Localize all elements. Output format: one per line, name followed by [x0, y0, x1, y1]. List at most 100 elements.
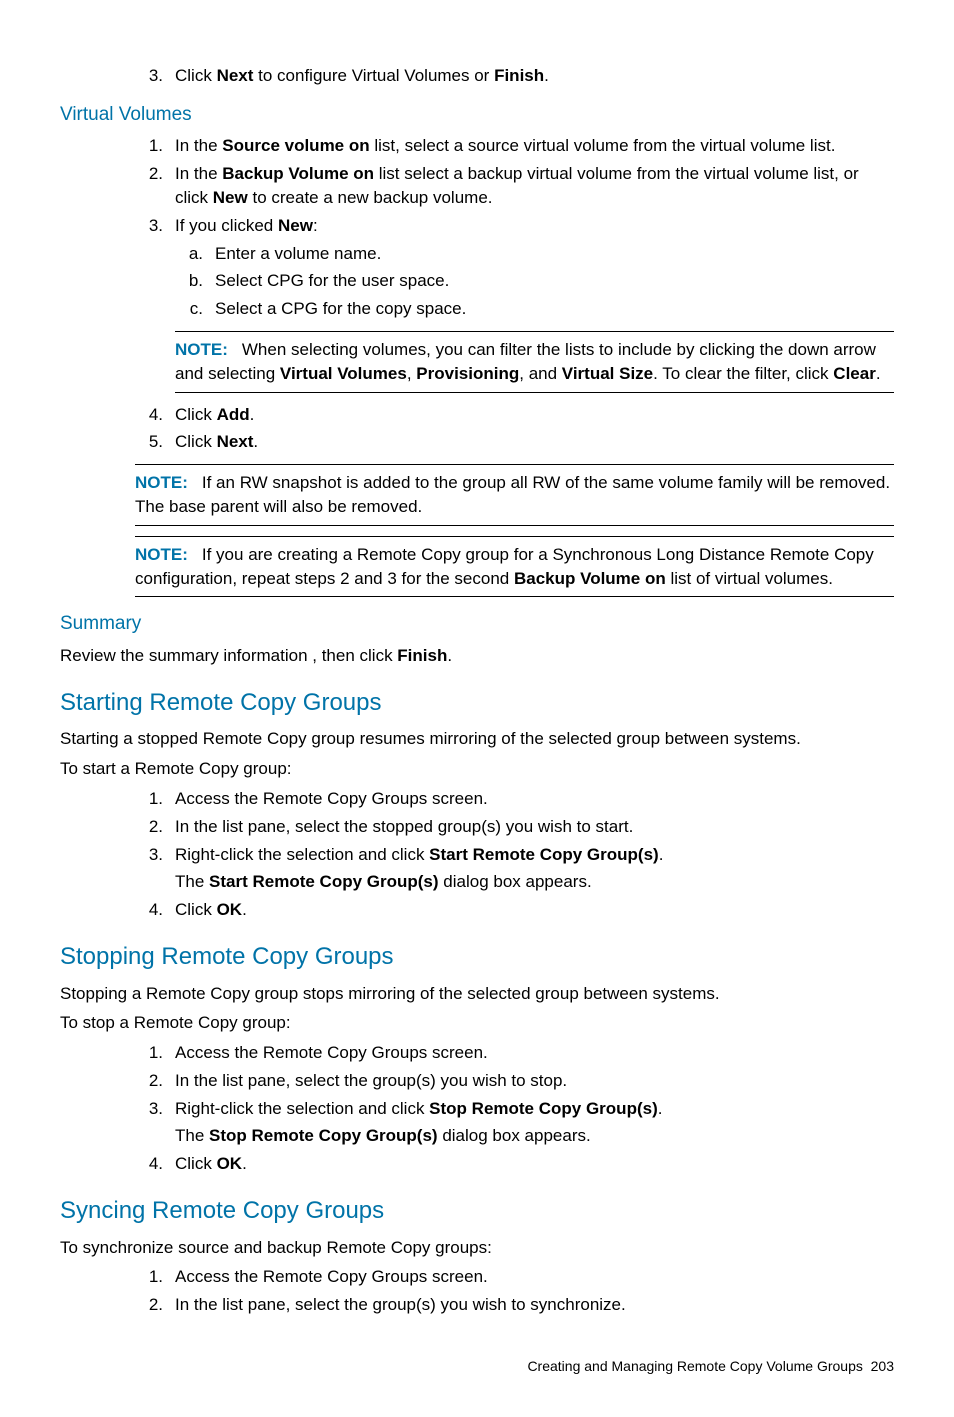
text: , and	[519, 364, 562, 383]
list-number: 1.	[135, 787, 163, 811]
list-item: 3. Right-click the selection and click S…	[135, 843, 894, 895]
text: dialog box appears.	[438, 1126, 591, 1145]
paragraph: To start a Remote Copy group:	[60, 757, 894, 781]
text: Access the Remote Copy Groups screen.	[175, 1043, 488, 1062]
bold: OK	[217, 1154, 243, 1173]
heading-stopping: Stopping Remote Copy Groups	[60, 940, 894, 974]
prior-steps-list: 3. Click Next to configure Virtual Volum…	[135, 64, 894, 88]
list-item: 1. In the Source volume on list, select …	[135, 134, 894, 158]
text: Review the summary information , then cl…	[60, 646, 397, 665]
bold: Next	[217, 66, 254, 85]
bold: Next	[217, 432, 254, 451]
text: .	[250, 405, 255, 424]
list-item: 1. Access the Remote Copy Groups screen.	[135, 787, 894, 811]
text: In the list pane, select the group(s) yo…	[175, 1071, 567, 1090]
sync-steps: 1.Access the Remote Copy Groups screen. …	[135, 1265, 894, 1317]
text: .	[242, 900, 247, 919]
list-number: 2.	[135, 1069, 163, 1093]
list-item: 4. Click Add.	[135, 403, 894, 427]
list-item: c. Select a CPG for the copy space.	[175, 297, 894, 321]
list-item: 2. In the list pane, select the stopped g…	[135, 815, 894, 839]
text: Click	[175, 900, 217, 919]
bold: Source volume on	[222, 136, 369, 155]
bold: Virtual Size	[562, 364, 653, 383]
list-number: 3.	[135, 843, 163, 867]
list-letter: c.	[175, 297, 203, 321]
text: .	[253, 432, 258, 451]
text: .	[659, 845, 664, 864]
list-number: 3.	[135, 1097, 163, 1121]
bold: New	[213, 188, 248, 207]
list-number: 1.	[135, 1041, 163, 1065]
bold: Finish	[397, 646, 447, 665]
text: .	[447, 646, 452, 665]
list-number: 4.	[135, 403, 163, 427]
list-number: 1.	[135, 1265, 163, 1289]
text: Enter a volume name.	[215, 244, 381, 263]
heading-starting: Starting Remote Copy Groups	[60, 686, 894, 720]
bold: Clear	[833, 364, 876, 383]
text: In the	[175, 164, 222, 183]
text: Click	[175, 1154, 217, 1173]
text: Access the Remote Copy Groups screen.	[175, 789, 488, 808]
stop-steps: 1.Access the Remote Copy Groups screen. …	[135, 1041, 894, 1176]
list-number: 1.	[135, 134, 163, 158]
sub-steps: a. Enter a volume name. b. Select CPG for …	[175, 242, 894, 321]
list-number: 2.	[135, 162, 163, 186]
text: .	[658, 1099, 663, 1118]
list-number: 2.	[135, 1293, 163, 1317]
text: :	[313, 216, 318, 235]
bold: Stop Remote Copy Group(s)	[429, 1099, 658, 1118]
list-item: 1. Access the Remote Copy Groups screen.	[135, 1041, 894, 1065]
list-number: 2.	[135, 815, 163, 839]
text: In the list pane, select the stopped gro…	[175, 817, 633, 836]
bold: Backup Volume on	[222, 164, 374, 183]
text: . To clear the filter, click	[653, 364, 833, 383]
list-number: 5.	[135, 430, 163, 454]
bold: Start Remote Copy Group(s)	[429, 845, 659, 864]
paragraph: Stopping a Remote Copy group stops mirro…	[60, 982, 894, 1006]
bold: Finish	[494, 66, 544, 85]
text: The	[175, 1126, 209, 1145]
text: Select a CPG for the copy space.	[215, 299, 466, 318]
list-item: 4. Click OK.	[135, 1152, 894, 1176]
note-box: NOTE:When selecting volumes, you can fil…	[175, 331, 894, 393]
bold: Stop Remote Copy Group(s)	[209, 1126, 438, 1145]
bold: Start Remote Copy Group(s)	[209, 872, 439, 891]
text: .	[544, 66, 549, 85]
text: The	[175, 872, 209, 891]
page-footer: Creating and Managing Remote Copy Volume…	[60, 1357, 894, 1377]
text: Right-click the selection and click	[175, 845, 429, 864]
footer-title: Creating and Managing Remote Copy Volume…	[527, 1358, 862, 1374]
note-box: NOTE:If an RW snapshot is added to the g…	[135, 464, 894, 526]
text: .	[876, 364, 881, 383]
bold: Backup Volume on	[514, 569, 666, 588]
note-label: NOTE:	[135, 473, 188, 492]
heading-summary: Summary	[60, 611, 894, 638]
list-item: 5. Click Next.	[135, 430, 894, 454]
bold: Virtual Volumes	[280, 364, 407, 383]
text: Select CPG for the user space.	[215, 271, 449, 290]
bold: Provisioning	[416, 364, 519, 383]
list-letter: b.	[175, 269, 203, 293]
text: Click	[175, 405, 217, 424]
list-letter: a.	[175, 242, 203, 266]
text: In the	[175, 136, 222, 155]
text: Click	[175, 66, 217, 85]
start-steps: 1.Access the Remote Copy Groups screen. …	[135, 787, 894, 922]
text: list, select a source virtual volume fro…	[370, 136, 836, 155]
list-item: 1. Access the Remote Copy Groups screen.	[135, 1265, 894, 1289]
paragraph: Review the summary information , then cl…	[60, 644, 894, 668]
list-item: 2. In the Backup Volume on list select a…	[135, 162, 894, 210]
list-item: 3. Right-click the selection and click S…	[135, 1097, 894, 1149]
text: to create a new backup volume.	[248, 188, 493, 207]
page-number: 203	[871, 1358, 894, 1374]
text: Click	[175, 432, 217, 451]
list-number: 4.	[135, 1152, 163, 1176]
text: Right-click the selection and click	[175, 1099, 429, 1118]
note-label: NOTE:	[175, 340, 228, 359]
paragraph: To synchronize source and backup Remote …	[60, 1236, 894, 1260]
text: Access the Remote Copy Groups screen.	[175, 1267, 488, 1286]
bold: Add	[217, 405, 250, 424]
list-number: 3.	[135, 64, 163, 88]
